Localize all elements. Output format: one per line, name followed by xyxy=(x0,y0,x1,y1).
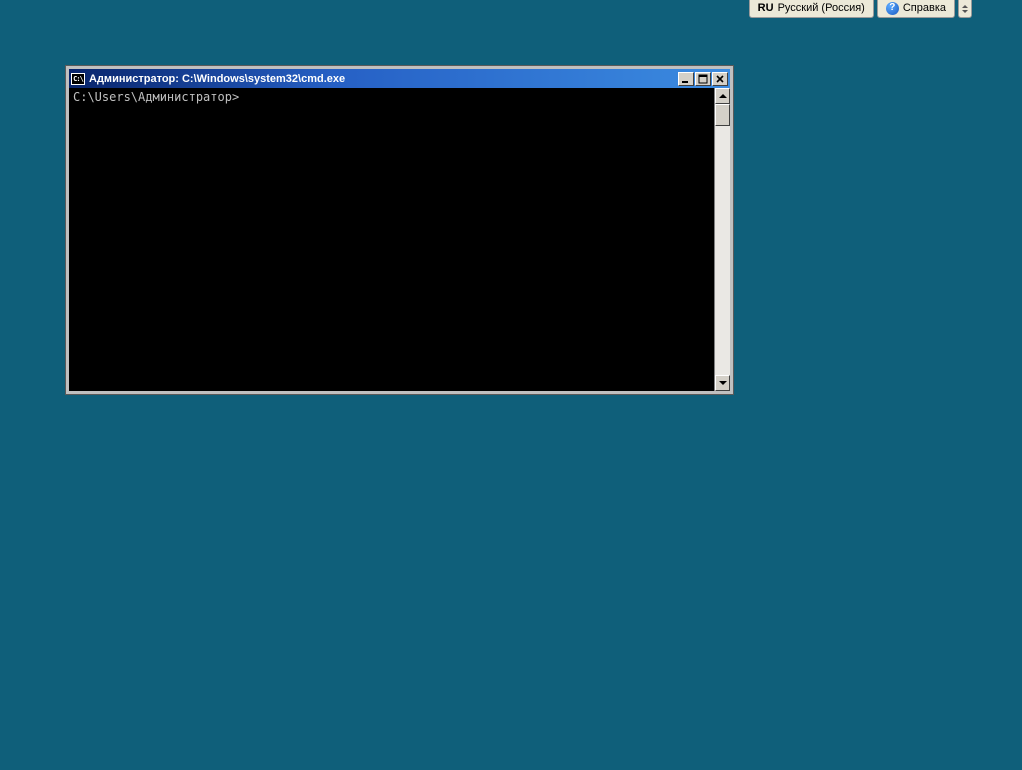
scroll-up-button[interactable] xyxy=(715,88,730,104)
arrow-down-icon xyxy=(719,381,727,385)
help-button[interactable]: ? Справка xyxy=(877,0,955,18)
chevron-down-icon xyxy=(962,10,968,13)
scroll-track[interactable] xyxy=(715,104,730,375)
minimize-button[interactable] xyxy=(678,72,694,86)
language-code: RU xyxy=(758,1,774,15)
arrow-up-icon xyxy=(719,94,727,98)
cmd-window: C:\ Администратор: C:\Windows\system32\c… xyxy=(66,66,733,394)
console-output[interactable]: C:\Users\Администратор> xyxy=(69,88,714,391)
close-button[interactable] xyxy=(712,72,728,86)
scroll-down-button[interactable] xyxy=(715,375,730,391)
maximize-button[interactable] xyxy=(695,72,711,86)
options-dropdown[interactable] xyxy=(958,0,972,18)
chevron-up-icon xyxy=(962,5,968,8)
language-selector[interactable]: RU Русский (Россия) xyxy=(749,0,874,18)
scroll-thumb[interactable] xyxy=(715,104,730,126)
vertical-scrollbar[interactable] xyxy=(714,88,730,391)
console-prompt: C:\Users\Администратор> xyxy=(73,90,239,104)
window-title: Администратор: C:\Windows\system32\cmd.e… xyxy=(89,73,674,85)
cmd-icon: C:\ xyxy=(71,73,85,85)
titlebar[interactable]: C:\ Администратор: C:\Windows\system32\c… xyxy=(69,69,730,88)
language-name: Русский (Россия) xyxy=(778,1,865,15)
help-label: Справка xyxy=(903,1,946,15)
help-icon: ? xyxy=(886,2,899,15)
